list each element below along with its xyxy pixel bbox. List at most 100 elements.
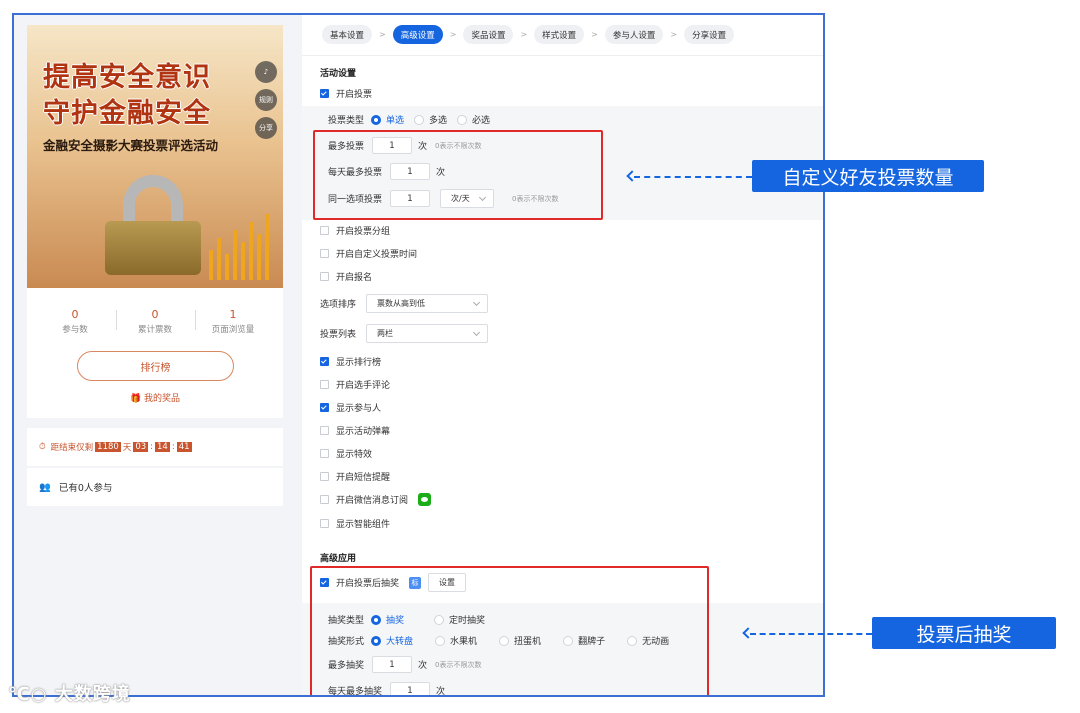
chevron-down-icon: [472, 328, 481, 336]
checkbox[interactable]: [320, 472, 329, 481]
vote-type-row: 投票类型 单选 多选 必选: [328, 113, 490, 126]
tab-advanced[interactable]: 高级设置: [392, 25, 443, 44]
callout-custom-vote-count: 自定义好友投票数量: [752, 160, 984, 192]
preview-panel: 提高安全意识 守护金融安全 金融安全摄影大赛投票评选活动 ♪ 规则 分享 0 参…: [27, 25, 283, 506]
countdown-days: 1180: [95, 442, 121, 452]
leaderboard-button[interactable]: 排行榜: [77, 351, 234, 381]
checkbox-label: 开启投票分组: [336, 227, 391, 237]
sort-select-value: 票数从高到低: [377, 299, 426, 308]
poster-subtitle: 金融安全摄影大赛投票评选活动: [43, 138, 219, 153]
chart-bars-image: [207, 200, 277, 280]
vote-group-checkbox[interactable]: 开启投票分组: [320, 224, 390, 237]
checkbox-label: 开启短信提醒: [336, 473, 391, 483]
countdown-day-unit: 天: [122, 443, 132, 453]
checkbox[interactable]: [320, 495, 329, 504]
advanced-section-title: 高级应用: [320, 554, 357, 564]
wechat-subscribe-checkbox[interactable]: 开启微信消息订阅: [320, 493, 432, 506]
tab-participants[interactable]: 参与人设置: [604, 25, 664, 44]
danmaku-checkbox[interactable]: 显示活动弹幕: [320, 424, 390, 437]
list-label: 投票列表: [320, 330, 357, 340]
countdown-seconds: 41: [176, 442, 192, 452]
arrow-line-lottery: [750, 633, 872, 635]
highlight-box-lottery: [310, 566, 709, 695]
checkbox[interactable]: [320, 226, 329, 235]
checkbox[interactable]: [320, 380, 329, 389]
highlight-box-vote-limits: [313, 130, 603, 220]
stats-card: 0 参与数 0 累计票数 1 页面浏览量 排行榜 🎁 我的奖品: [27, 288, 283, 418]
radio-label: 必选: [472, 116, 491, 126]
checkbox-label: 显示特效: [336, 450, 373, 460]
smart-widget-checkbox[interactable]: 显示智能组件: [320, 517, 390, 530]
checkbox-label: 显示排行榜: [336, 358, 382, 368]
checkbox[interactable]: [320, 449, 329, 458]
my-prize-link[interactable]: 🎁 我的奖品: [27, 391, 283, 404]
checkbox[interactable]: [320, 519, 329, 528]
show-leaderboard-checkbox[interactable]: 显示排行榜: [320, 355, 381, 368]
radio-required[interactable]: [457, 114, 468, 125]
checkbox-checked[interactable]: [320, 403, 329, 412]
poster-title-line2: 守护金融安全: [43, 98, 211, 129]
checkbox-label: 开启投票: [336, 90, 373, 100]
tab-prize[interactable]: 奖品设置: [463, 25, 514, 44]
activity-section-title: 活动设置: [320, 69, 357, 79]
arrow-line-vote-limits: [634, 176, 752, 178]
radio-single[interactable]: [371, 114, 382, 125]
rules-button[interactable]: 规则: [255, 89, 277, 111]
signup-checkbox[interactable]: 开启报名: [320, 270, 372, 283]
list-select[interactable]: 两栏: [366, 324, 489, 343]
countdown-minutes: 14: [155, 442, 170, 452]
radio-label: 单选: [386, 116, 405, 126]
sms-checkbox[interactable]: 开启短信提醒: [320, 470, 390, 483]
show-participants-checkbox[interactable]: 显示参与人: [320, 401, 381, 414]
stat-pageviews: 1 页面浏览量: [193, 308, 273, 335]
clock-icon: ⏱: [39, 442, 46, 452]
checkbox-label: 显示智能组件: [336, 520, 391, 530]
tab-basic[interactable]: 基本设置: [322, 25, 373, 44]
checkbox-label: 开启微信消息订阅: [336, 496, 409, 506]
sort-select[interactable]: 票数从高到低: [366, 294, 489, 313]
radio-multi[interactable]: [414, 114, 425, 125]
poster-title-line1: 提高安全意识: [43, 62, 211, 93]
checkbox[interactable]: [320, 272, 329, 281]
radio-label: 多选: [429, 116, 448, 126]
music-icon[interactable]: ♪: [255, 61, 277, 83]
joined-bar: 👥 已有0人参与: [27, 468, 283, 506]
checkbox[interactable]: [320, 249, 329, 258]
share-label: 分享: [259, 124, 273, 132]
stat-value: 0: [151, 308, 159, 321]
padlock-image: [105, 175, 201, 275]
stat-label: 页面浏览量: [211, 325, 255, 335]
checkbox-checked[interactable]: [320, 89, 329, 98]
comments-checkbox[interactable]: 开启选手评论: [320, 378, 390, 391]
countdown-hours: 03: [133, 442, 149, 452]
tab-share[interactable]: 分享设置: [684, 25, 735, 44]
watermark-text: 大数跨境: [54, 684, 131, 705]
list-row: 投票列表 两栏: [320, 324, 489, 343]
sort-row: 选项排序 票数从高到低: [320, 294, 489, 313]
checkbox[interactable]: [320, 426, 329, 435]
app-window: 提高安全意识 守护金融安全 金融安全摄影大赛投票评选活动 ♪ 规则 分享 0 参…: [12, 13, 825, 697]
chevron-down-icon: [472, 298, 481, 306]
checkbox-label: 显示参与人: [336, 404, 382, 414]
checkbox-checked[interactable]: [320, 357, 329, 366]
tab-divider: [302, 55, 823, 56]
callout-lottery: 投票后抽奖: [872, 617, 1056, 649]
users-icon: 👥: [39, 481, 51, 493]
tab-style[interactable]: 样式设置: [534, 25, 585, 44]
countdown-prefix: 距结束仅剩: [50, 443, 94, 453]
share-button[interactable]: 分享: [255, 117, 277, 139]
my-prize-label: 我的奖品: [144, 394, 181, 404]
rules-label: 规则: [259, 96, 273, 104]
chevron-right-icon: >: [520, 30, 528, 39]
watermark-logo-icon: ℃○: [8, 684, 55, 705]
checkbox-label: 开启报名: [336, 273, 373, 283]
stat-participants: 0 参与数: [35, 308, 115, 335]
effects-checkbox[interactable]: 显示特效: [320, 447, 372, 460]
checkbox-label: 开启自定义投票时间: [336, 250, 418, 260]
checkbox-label: 显示活动弹幕: [336, 427, 391, 437]
wechat-icon: [418, 493, 432, 506]
gift-icon: 🎁: [129, 394, 142, 404]
watermark: ℃○ 大数跨境: [8, 680, 131, 706]
custom-time-checkbox[interactable]: 开启自定义投票时间: [320, 247, 417, 260]
enable-vote-checkbox[interactable]: 开启投票: [320, 87, 372, 100]
